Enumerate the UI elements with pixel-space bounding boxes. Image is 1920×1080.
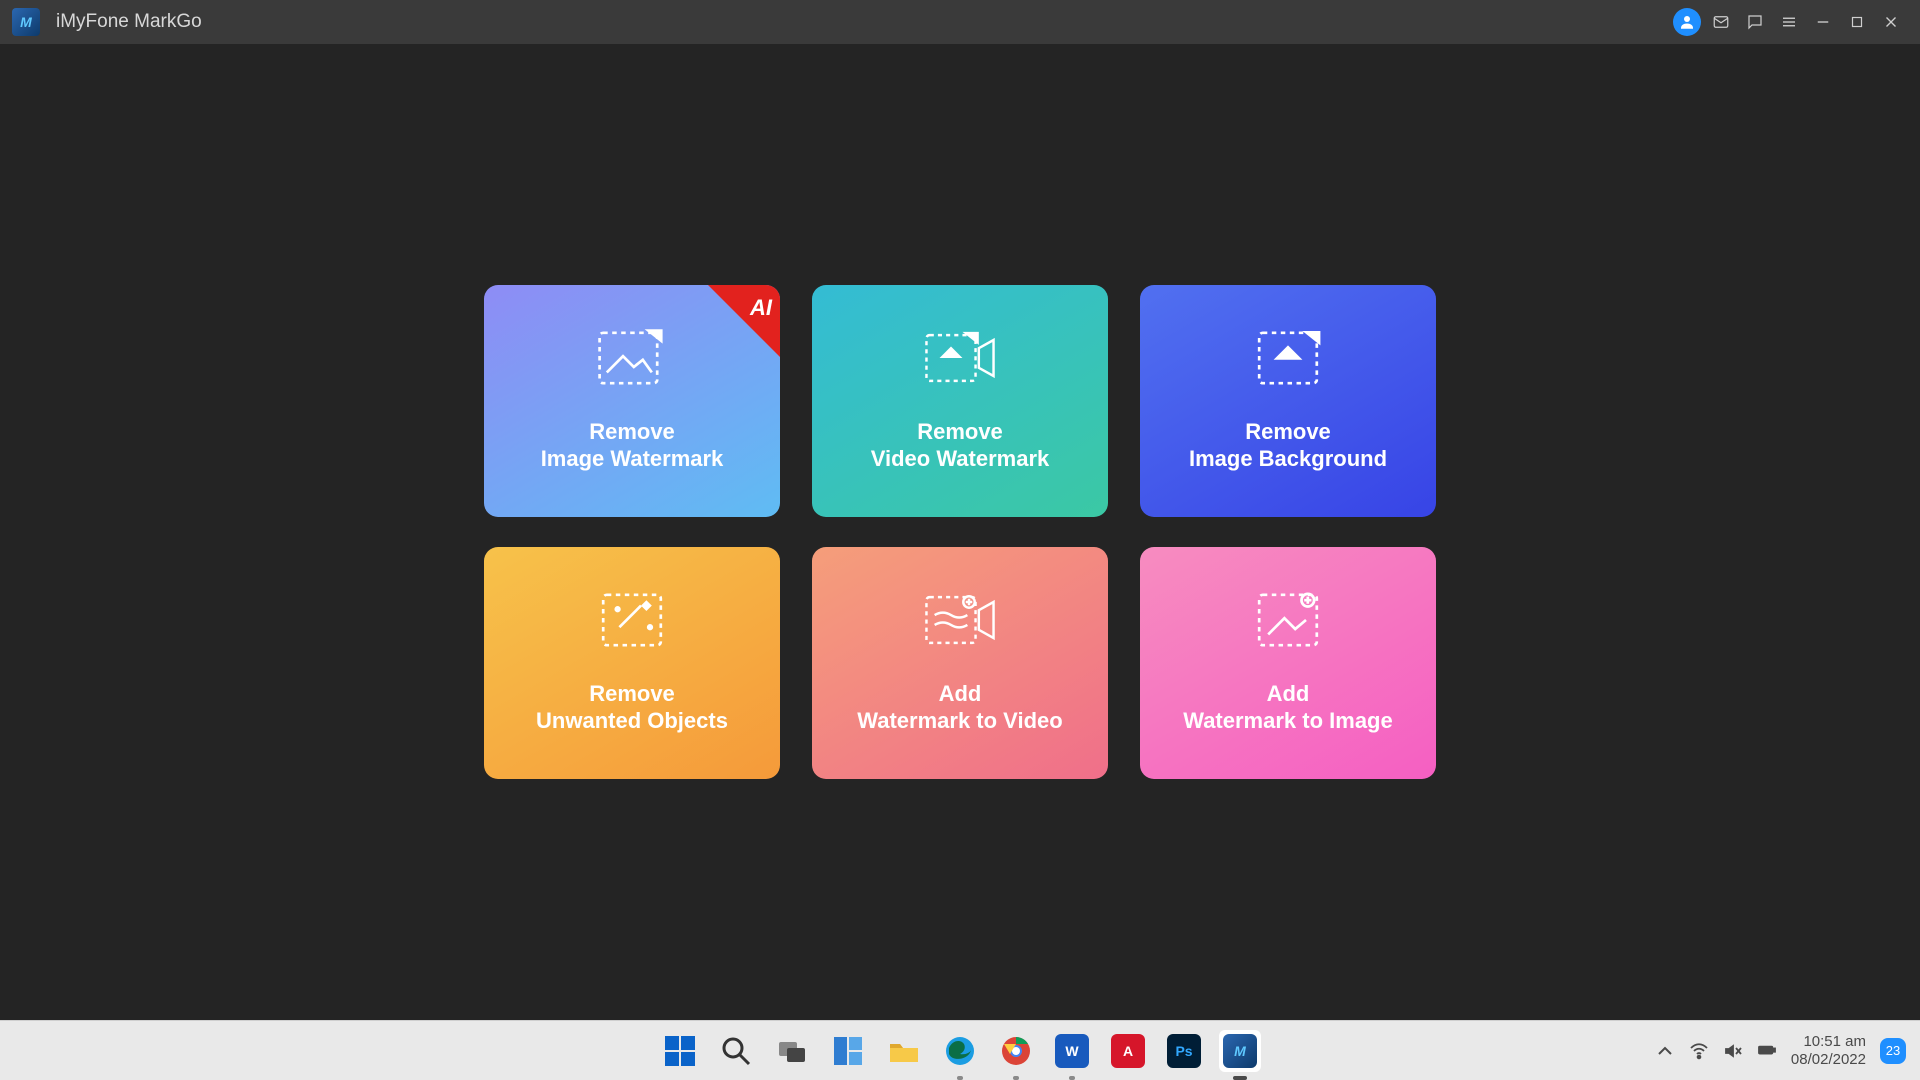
minimize-button[interactable]: [1806, 5, 1840, 39]
image-watermark-icon: [587, 316, 677, 400]
search-icon: [719, 1034, 753, 1068]
word-icon: W: [1055, 1034, 1089, 1068]
taskbar-clock[interactable]: 10:51 am 08/02/2022: [1791, 1033, 1866, 1068]
maximize-icon: [1848, 13, 1866, 31]
tile-title-line1: Add: [939, 680, 982, 708]
tile-remove-video-watermark[interactable]: Remove Video Watermark: [812, 285, 1108, 517]
volume-mute-icon: [1723, 1041, 1743, 1061]
tile-title-line2: Unwanted Objects: [536, 707, 728, 735]
chevron-up-icon: [1655, 1041, 1675, 1061]
tile-title-line1: Remove: [589, 418, 675, 446]
tile-title-line1: Remove: [1245, 418, 1331, 446]
system-tray: 10:51 am 08/02/2022 23: [1655, 1021, 1906, 1080]
add-video-watermark-icon: [915, 578, 1005, 662]
menu-button[interactable]: [1772, 5, 1806, 39]
app-window: M iMyFone MarkGo AI: [0, 0, 1920, 1020]
tile-title-line2: Watermark to Video: [857, 707, 1062, 735]
markgo-icon: M: [1223, 1034, 1257, 1068]
acrobat-button[interactable]: A: [1107, 1030, 1149, 1072]
account-button[interactable]: [1670, 5, 1704, 39]
folder-icon: [887, 1034, 921, 1068]
widgets-icon: [831, 1034, 865, 1068]
tile-title-line1: Remove: [589, 680, 675, 708]
windows-icon: [663, 1034, 697, 1068]
start-button[interactable]: [659, 1030, 701, 1072]
widgets-button[interactable]: [827, 1030, 869, 1072]
minimize-icon: [1814, 13, 1832, 31]
tile-add-watermark-to-image[interactable]: Add Watermark to Image: [1140, 547, 1436, 779]
video-watermark-icon: [915, 316, 1005, 400]
magic-eraser-icon: [587, 578, 677, 662]
wifi-button[interactable]: [1689, 1041, 1709, 1061]
close-icon: [1882, 13, 1900, 31]
tile-title-line2: Image Watermark: [541, 445, 724, 473]
photoshop-icon: Ps: [1167, 1034, 1201, 1068]
battery-button[interactable]: [1757, 1041, 1777, 1061]
search-button[interactable]: [715, 1030, 757, 1072]
markgo-taskbar-button[interactable]: M: [1219, 1030, 1261, 1072]
chat-icon: [1746, 13, 1764, 31]
edge-icon: [943, 1034, 977, 1068]
titlebar: M iMyFone MarkGo: [0, 0, 1920, 44]
acrobat-icon: A: [1111, 1034, 1145, 1068]
task-view-icon: [775, 1034, 809, 1068]
photoshop-button[interactable]: Ps: [1163, 1030, 1205, 1072]
notification-count: 23: [1886, 1043, 1900, 1058]
ai-badge: AI: [708, 285, 780, 357]
clock-time: 10:51 am: [1791, 1033, 1866, 1050]
mail-button[interactable]: [1704, 5, 1738, 39]
mail-icon: [1712, 13, 1730, 31]
tile-remove-image-background[interactable]: Remove Image Background: [1140, 285, 1436, 517]
tile-remove-image-watermark[interactable]: AI Remove Image Watermark: [484, 285, 780, 517]
tile-title-line2: Watermark to Image: [1183, 707, 1392, 735]
tile-title-line1: Add: [1267, 680, 1310, 708]
app-body: AI Remove Image Watermark: [0, 44, 1920, 1020]
tile-title-line2: Video Watermark: [871, 445, 1050, 473]
tile-add-watermark-to-video[interactable]: Add Watermark to Video: [812, 547, 1108, 779]
taskbar: W A Ps M 10:51 am 08/02/2022 23: [0, 1020, 1920, 1080]
maximize-button[interactable]: [1840, 5, 1874, 39]
close-button[interactable]: [1874, 5, 1908, 39]
file-explorer-button[interactable]: [883, 1030, 925, 1072]
taskbar-pinned-apps: W A Ps M: [659, 1021, 1261, 1080]
chrome-button[interactable]: [995, 1030, 1037, 1072]
edge-button[interactable]: [939, 1030, 981, 1072]
feature-grid: AI Remove Image Watermark: [484, 285, 1436, 779]
volume-button[interactable]: [1723, 1041, 1743, 1061]
tray-overflow-button[interactable]: [1655, 1041, 1675, 1061]
app-title: iMyFone MarkGo: [56, 11, 202, 33]
word-button[interactable]: W: [1051, 1030, 1093, 1072]
image-background-icon: [1243, 316, 1333, 400]
tile-title-line1: Remove: [917, 418, 1003, 446]
tile-title-line2: Image Background: [1189, 445, 1387, 473]
app-logo-icon: M: [12, 8, 40, 36]
tile-remove-unwanted-objects[interactable]: Remove Unwanted Objects: [484, 547, 780, 779]
chrome-icon: [999, 1034, 1033, 1068]
user-icon: [1673, 8, 1701, 36]
clock-date: 08/02/2022: [1791, 1051, 1866, 1068]
task-view-button[interactable]: [771, 1030, 813, 1072]
add-image-watermark-icon: [1243, 578, 1333, 662]
notification-center-button[interactable]: 23: [1880, 1038, 1906, 1064]
hamburger-icon: [1780, 13, 1798, 31]
feedback-button[interactable]: [1738, 5, 1772, 39]
battery-icon: [1757, 1041, 1777, 1059]
wifi-icon: [1689, 1041, 1709, 1061]
